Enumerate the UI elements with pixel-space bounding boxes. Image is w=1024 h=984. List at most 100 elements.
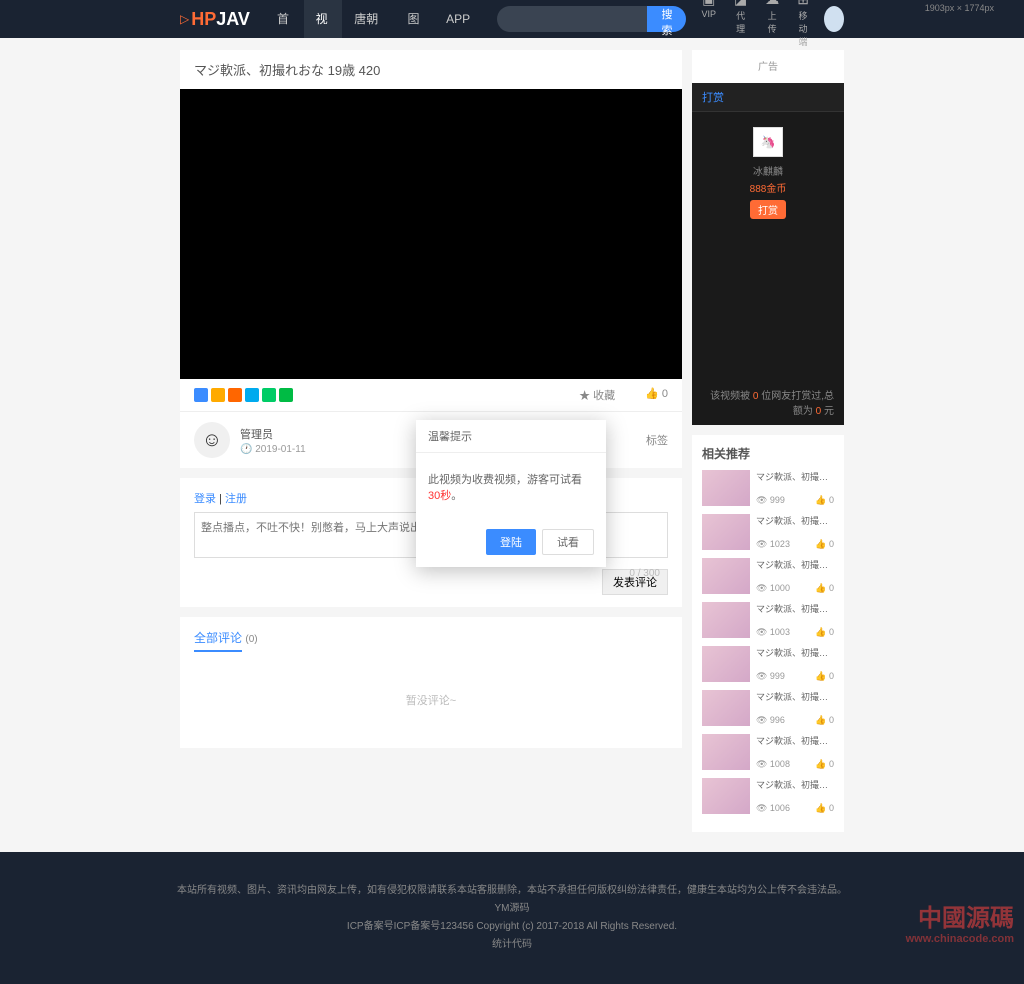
related-item-title: マジ軟派、初撮れおな 19歳 247 [756, 470, 834, 483]
footer-line-4: 统计代码 [0, 936, 1024, 954]
related-item-title: マジ軟派、初撮れおな 19歳 416 [756, 514, 834, 527]
related-item[interactable]: マジ軟派、初撮れおな 19歳 415 👁 1006 👍 0 [702, 778, 834, 814]
related-views: 👁 1000 [756, 583, 790, 594]
related-likes: 👍 0 [815, 627, 834, 638]
reward-name: 冰麒麟 [707, 163, 829, 178]
related-item-title: マジ軟派、初撮れおな 19歳 415 [756, 778, 834, 791]
like-button[interactable]: 👍 0 [645, 387, 668, 403]
related-item-title: マジ軟派、初撮れおな 19歳 412 [756, 558, 834, 571]
related-views: 👁 1003 [756, 627, 790, 638]
search-button[interactable]: 搜索 [647, 6, 686, 32]
related-title: 相关推荐 [702, 445, 834, 462]
share-icon-5[interactable] [262, 388, 276, 402]
nav-novel[interactable]: 唐朝小说 [342, 0, 395, 38]
related-item[interactable]: マジ軟派、初撮れおな 19歳 411 👁 996 👍 0 [702, 690, 834, 726]
upload-icon[interactable]: ☁上传 [765, 0, 779, 48]
share-icon-4[interactable] [245, 388, 259, 402]
related-item[interactable]: マジ軟派、初撮れおな 19歳 247 👁 999 👍 0 [702, 470, 834, 506]
search-input[interactable] [497, 6, 647, 32]
reward-amount: 888金币 [707, 180, 829, 195]
related-views: 👁 1008 [756, 759, 790, 770]
ad-box: 广告 [692, 50, 844, 83]
related-item[interactable]: マジ軟派、初撮れおな 19歳 412 👁 1000 👍 0 [702, 558, 834, 594]
all-comments: 全部评论 (0) 暂没评论~ [180, 617, 682, 748]
modal: 温馨提示 此视频为收费视频，游客可试看30秒。 登陆 试看 [416, 420, 606, 567]
related-thumb [702, 734, 750, 770]
related-views: 👁 996 [756, 715, 785, 726]
header-icons: ▣VIP ◪代理 ☁上传 ⊞移动端 [701, 0, 808, 48]
footer-line-1: 本站所有视频、图片、资讯均由网友上传，如有侵犯权限请联系本站客服删除，本站不承担… [0, 882, 1024, 900]
login-link[interactable]: 登录 [194, 493, 216, 505]
logo[interactable]: ▷ HPJAV [180, 9, 250, 30]
related-item[interactable]: マジ軟派、初撮れおな 19歳 413 👁 1003 👍 0 [702, 602, 834, 638]
related-box: 相关推荐 マジ軟派、初撮れおな 19歳 247 👁 999 👍 0 マジ軟派、初… [692, 435, 844, 832]
reward-box: 打赏 🦄 冰麒麟 888金币 打赏 该视频被 0 位网友打赏过,总额为 0 元 [692, 83, 844, 425]
modal-title: 温馨提示 [416, 420, 606, 453]
share-icons [194, 388, 293, 402]
related-likes: 👍 0 [815, 583, 834, 594]
footer-line-2: YM源码 [0, 900, 1024, 918]
user-avatar[interactable] [824, 6, 844, 32]
related-item[interactable]: マジ軟派、初撮れおな 19歳 414 👁 999 👍 0 [702, 646, 834, 682]
comment-counter: 0 / 300 [629, 568, 660, 579]
uploader-avatar[interactable]: ☺ [194, 422, 230, 458]
nav-video[interactable]: 视频 [304, 0, 343, 38]
search-box: 搜索 [497, 6, 686, 32]
logo-play-icon: ▷ [180, 12, 189, 26]
video-player[interactable] [180, 89, 682, 379]
related-thumb [702, 646, 750, 682]
modal-login-button[interactable]: 登陆 [486, 529, 536, 555]
nav: 首页 视频 唐朝小说 图区 APP下载 [265, 0, 488, 38]
all-comments-count: (0) [245, 634, 257, 645]
related-thumb [702, 690, 750, 726]
reward-stats: 该视频被 0 位网友打赏过,总额为 0 元 [692, 379, 844, 425]
dimensions-label: 1903px × 1774px [925, 3, 994, 13]
related-likes: 👍 0 [815, 715, 834, 726]
related-item[interactable]: マジ軟派、初撮れおな 19歳 417 👁 1008 👍 0 [702, 734, 834, 770]
related-thumb [702, 778, 750, 814]
reward-button[interactable]: 打赏 [750, 200, 786, 219]
footer-line-3: ICP备案号ICP备案号123456 Copyright (c) 2017-20… [0, 918, 1024, 936]
nav-home[interactable]: 首页 [265, 0, 304, 38]
vip-icon[interactable]: ▣VIP [701, 0, 716, 48]
favorite-button[interactable]: ★ 收藏 [579, 387, 615, 403]
related-likes: 👍 0 [815, 759, 834, 770]
nav-app[interactable]: APP下载 [434, 0, 487, 38]
share-icon-3[interactable] [228, 388, 242, 402]
action-bar: ★ 收藏 👍 0 [180, 379, 682, 411]
no-comments: 暂没评论~ [194, 692, 668, 708]
modal-preview-button[interactable]: 试看 [542, 529, 594, 555]
related-likes: 👍 0 [815, 495, 834, 506]
related-views: 👁 1006 [756, 803, 790, 814]
all-comments-title: 全部评论 [194, 629, 242, 652]
related-item-title: マジ軟派、初撮れおな 19歳 414 [756, 646, 834, 659]
related-views: 👁 999 [756, 495, 785, 506]
header: ▷ HPJAV 首页 视频 唐朝小说 图区 APP下载 搜索 ▣VIP ◪代理 … [0, 0, 1024, 38]
reward-image: 🦄 [753, 127, 783, 157]
related-likes: 👍 0 [815, 803, 834, 814]
related-likes: 👍 0 [815, 671, 834, 682]
related-item-title: マジ軟派、初撮れおな 19歳 413 [756, 602, 834, 615]
agent-icon[interactable]: ◪代理 [734, 0, 747, 48]
related-thumb [702, 514, 750, 550]
modal-body: 此视频为收费视频，游客可试看30秒。 [416, 453, 606, 521]
related-views: 👁 999 [756, 671, 785, 682]
reward-tab[interactable]: 打赏 [692, 83, 844, 112]
related-item[interactable]: マジ軟派、初撮れおな 19歳 416 👁 1023 👍 0 [702, 514, 834, 550]
nav-gallery[interactable]: 图区 [396, 0, 435, 38]
related-views: 👁 1023 [756, 539, 790, 550]
related-likes: 👍 0 [815, 539, 834, 550]
related-thumb [702, 470, 750, 506]
footer: 本站所有视频、图片、资讯均由网友上传，如有侵犯权限请联系本站客服删除，本站不承担… [0, 852, 1024, 984]
related-thumb [702, 602, 750, 638]
video-title: マジ軟派、初撮れおな 19歳 420 [180, 50, 682, 89]
register-link[interactable]: 注册 [225, 493, 247, 505]
related-thumb [702, 558, 750, 594]
related-item-title: マジ軟派、初撮れおな 19歳 411 [756, 690, 834, 703]
share-icon-1[interactable] [194, 388, 208, 402]
share-icon-2[interactable] [211, 388, 225, 402]
tags-label: 标签 [646, 432, 668, 448]
mobile-icon[interactable]: ⊞移动端 [797, 0, 809, 48]
share-icon-6[interactable] [279, 388, 293, 402]
related-item-title: マジ軟派、初撮れおな 19歳 417 [756, 734, 834, 747]
